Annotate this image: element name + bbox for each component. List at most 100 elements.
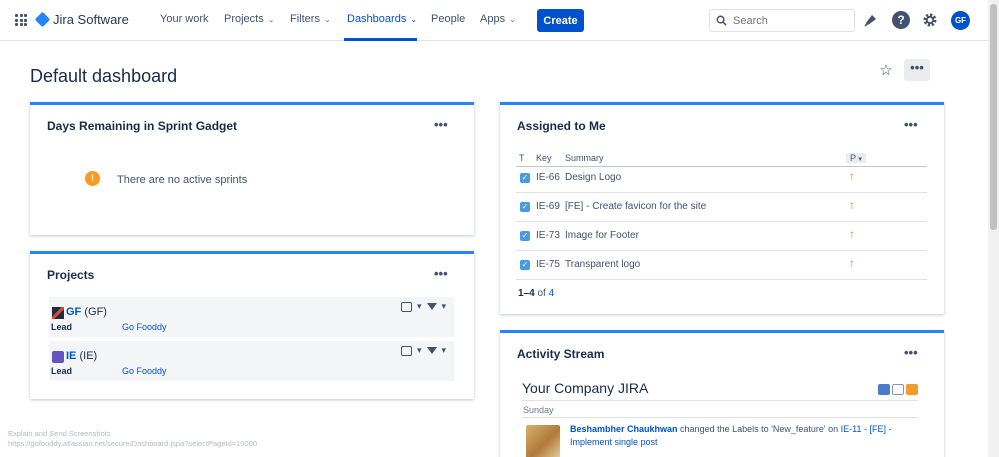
sprint-gadget-more-button[interactable]: •••	[434, 117, 448, 132]
table-row: ✓ IE-75 Transparent logo ↑	[516, 251, 927, 280]
stream-divider	[522, 400, 918, 401]
project-avatar	[52, 307, 64, 319]
stream-view-options	[878, 384, 918, 395]
activity-user-link[interactable]: Beshambher Chaukhwan	[570, 424, 678, 434]
app-switcher-icon[interactable]	[15, 14, 27, 26]
chevron-down-icon[interactable]: ▾	[417, 301, 422, 312]
pagination-of: of	[537, 288, 546, 299]
column-header-summary[interactable]: Summary	[565, 153, 604, 163]
task-type-icon: ✓	[520, 202, 530, 212]
jira-logo[interactable]: Jira Software	[34, 11, 129, 28]
assigned-gadget-more-button[interactable]: •••	[904, 117, 918, 132]
gear-icon	[923, 13, 937, 27]
project-key[interactable]: IE	[66, 350, 76, 362]
sprint-gadget-title: Days Remaining in Sprint Gadget	[47, 119, 238, 133]
reports-icon[interactable]	[401, 345, 412, 356]
stream-title[interactable]: Your Company JIRA	[522, 380, 648, 396]
priority-high-icon: ↑	[849, 227, 855, 241]
page-url-text: https://gofooddy.atlassian.net/secure/Da…	[8, 439, 257, 448]
activity-entry: Beshambher Chaukhwan changed the Labels …	[570, 423, 900, 449]
filter-icon[interactable]	[426, 347, 437, 354]
project-lead-label: Lead	[51, 366, 73, 376]
sprint-gadget: Days Remaining in Sprint Gadget ••• ! Th…	[30, 102, 474, 235]
project-lead-link[interactable]: Go Fooddy	[122, 322, 167, 332]
app-name: Jira Software	[53, 12, 129, 27]
projects-gadget-title: Projects	[47, 268, 95, 282]
no-sprints-message: There are no active sprints	[117, 174, 248, 186]
active-nav-indicator	[344, 38, 417, 41]
column-header-key[interactable]: Key	[536, 153, 552, 163]
scrollbar-thumb[interactable]	[990, 4, 997, 230]
project-lead-link[interactable]: Go Fooddy	[122, 366, 167, 376]
dashboard-more-button[interactable]: •••	[904, 59, 930, 81]
star-icon[interactable]: ☆	[877, 61, 895, 79]
list-view-icon[interactable]	[892, 384, 904, 395]
jira-logo-icon	[34, 11, 51, 28]
activity-gadget-more-button[interactable]: •••	[904, 345, 918, 360]
issue-summary[interactable]: Transparent logo	[565, 259, 640, 270]
nav-your-work[interactable]: Your work	[160, 13, 209, 25]
rss-feed-icon[interactable]	[906, 384, 918, 395]
nav-apps[interactable]: Apps ⌄	[480, 13, 516, 25]
notification-icon-graphic	[864, 15, 876, 27]
issue-summary[interactable]: Image for Footer	[565, 230, 639, 241]
activity-action-text: changed the Labels to 'New_feature' on	[680, 424, 839, 434]
project-tools: ▾ ▾	[401, 301, 446, 312]
settings-icon[interactable]	[921, 11, 939, 29]
help-icon[interactable]: ?	[892, 11, 910, 29]
task-type-icon: ✓	[520, 231, 530, 241]
notification-icon[interactable]	[862, 11, 880, 29]
issue-summary[interactable]: Design Logo	[565, 172, 621, 183]
chevron-down-icon[interactable]: ▾	[417, 345, 422, 356]
page-scrollbar[interactable]	[988, 0, 999, 457]
nav-dashboards[interactable]: Dashboards ⌄	[347, 13, 417, 25]
project-key-suffix: (IE)	[79, 350, 98, 362]
activity-user-avatar[interactable]	[526, 425, 560, 457]
column-header-type[interactable]: T	[519, 153, 525, 163]
issue-summary[interactable]: [FE] - Create favicon for the site	[565, 201, 706, 212]
project-tools: ▾ ▾	[401, 345, 446, 356]
page-title: Default dashboard	[30, 66, 178, 86]
search-icon	[716, 15, 727, 26]
search-input[interactable]	[733, 14, 843, 27]
stream-day-divider	[522, 417, 918, 418]
activity-gadget-title: Activity Stream	[517, 347, 605, 361]
column-header-priority[interactable]: P ▾	[846, 153, 866, 163]
project-name[interactable]: GF (GF)	[66, 306, 107, 318]
reports-icon[interactable]	[401, 301, 412, 312]
table-row: ✓ IE-73 Image for Footer ↑	[516, 222, 927, 251]
top-navigation: Jira Software Your work Projects ⌄ Filte…	[0, 0, 988, 41]
pagination-total-link[interactable]: 4	[549, 288, 555, 299]
task-type-icon: ✓	[520, 173, 530, 183]
issue-key[interactable]: IE-69	[536, 201, 560, 212]
priority-high-icon: ↑	[849, 198, 855, 212]
projects-gadget-more-button[interactable]: •••	[434, 266, 448, 281]
nav-projects-label: Projects	[224, 13, 264, 25]
search-box[interactable]	[709, 9, 855, 32]
nav-people[interactable]: People	[431, 13, 465, 25]
create-button[interactable]: Create	[537, 9, 584, 32]
project-row: GF (GF) Lead Go Fooddy ▾ ▾	[49, 297, 454, 337]
chevron-down-icon: ⌄	[410, 14, 418, 24]
warning-icon: !	[85, 171, 100, 186]
chevron-down-icon[interactable]: ▾	[442, 345, 447, 356]
nav-filters-label: Filters	[290, 13, 320, 25]
issue-key[interactable]: IE-66	[536, 172, 560, 183]
chevron-down-icon: ⌄	[509, 14, 516, 24]
nav-your-work-label: Your work	[160, 13, 209, 25]
chevron-down-icon: ▾	[858, 156, 862, 163]
filter-icon[interactable]	[426, 303, 437, 310]
chevron-down-icon[interactable]: ▾	[442, 301, 447, 312]
issue-key[interactable]: IE-75	[536, 259, 560, 270]
project-avatar	[52, 351, 64, 363]
project-key[interactable]: GF	[66, 306, 81, 318]
pagination-range: 1–4	[518, 288, 535, 299]
full-view-icon[interactable]	[878, 384, 890, 395]
stream-day-label: Sunday	[523, 405, 554, 415]
projects-gadget: Projects ••• GF (GF) Lead Go Fooddy ▾ ▾ …	[30, 251, 474, 399]
project-name[interactable]: IE (IE)	[66, 350, 97, 362]
user-avatar[interactable]: GF	[951, 11, 970, 30]
nav-projects[interactable]: Projects ⌄	[224, 13, 274, 25]
issue-key[interactable]: IE-73	[536, 230, 560, 241]
nav-filters[interactable]: Filters ⌄	[290, 13, 331, 25]
